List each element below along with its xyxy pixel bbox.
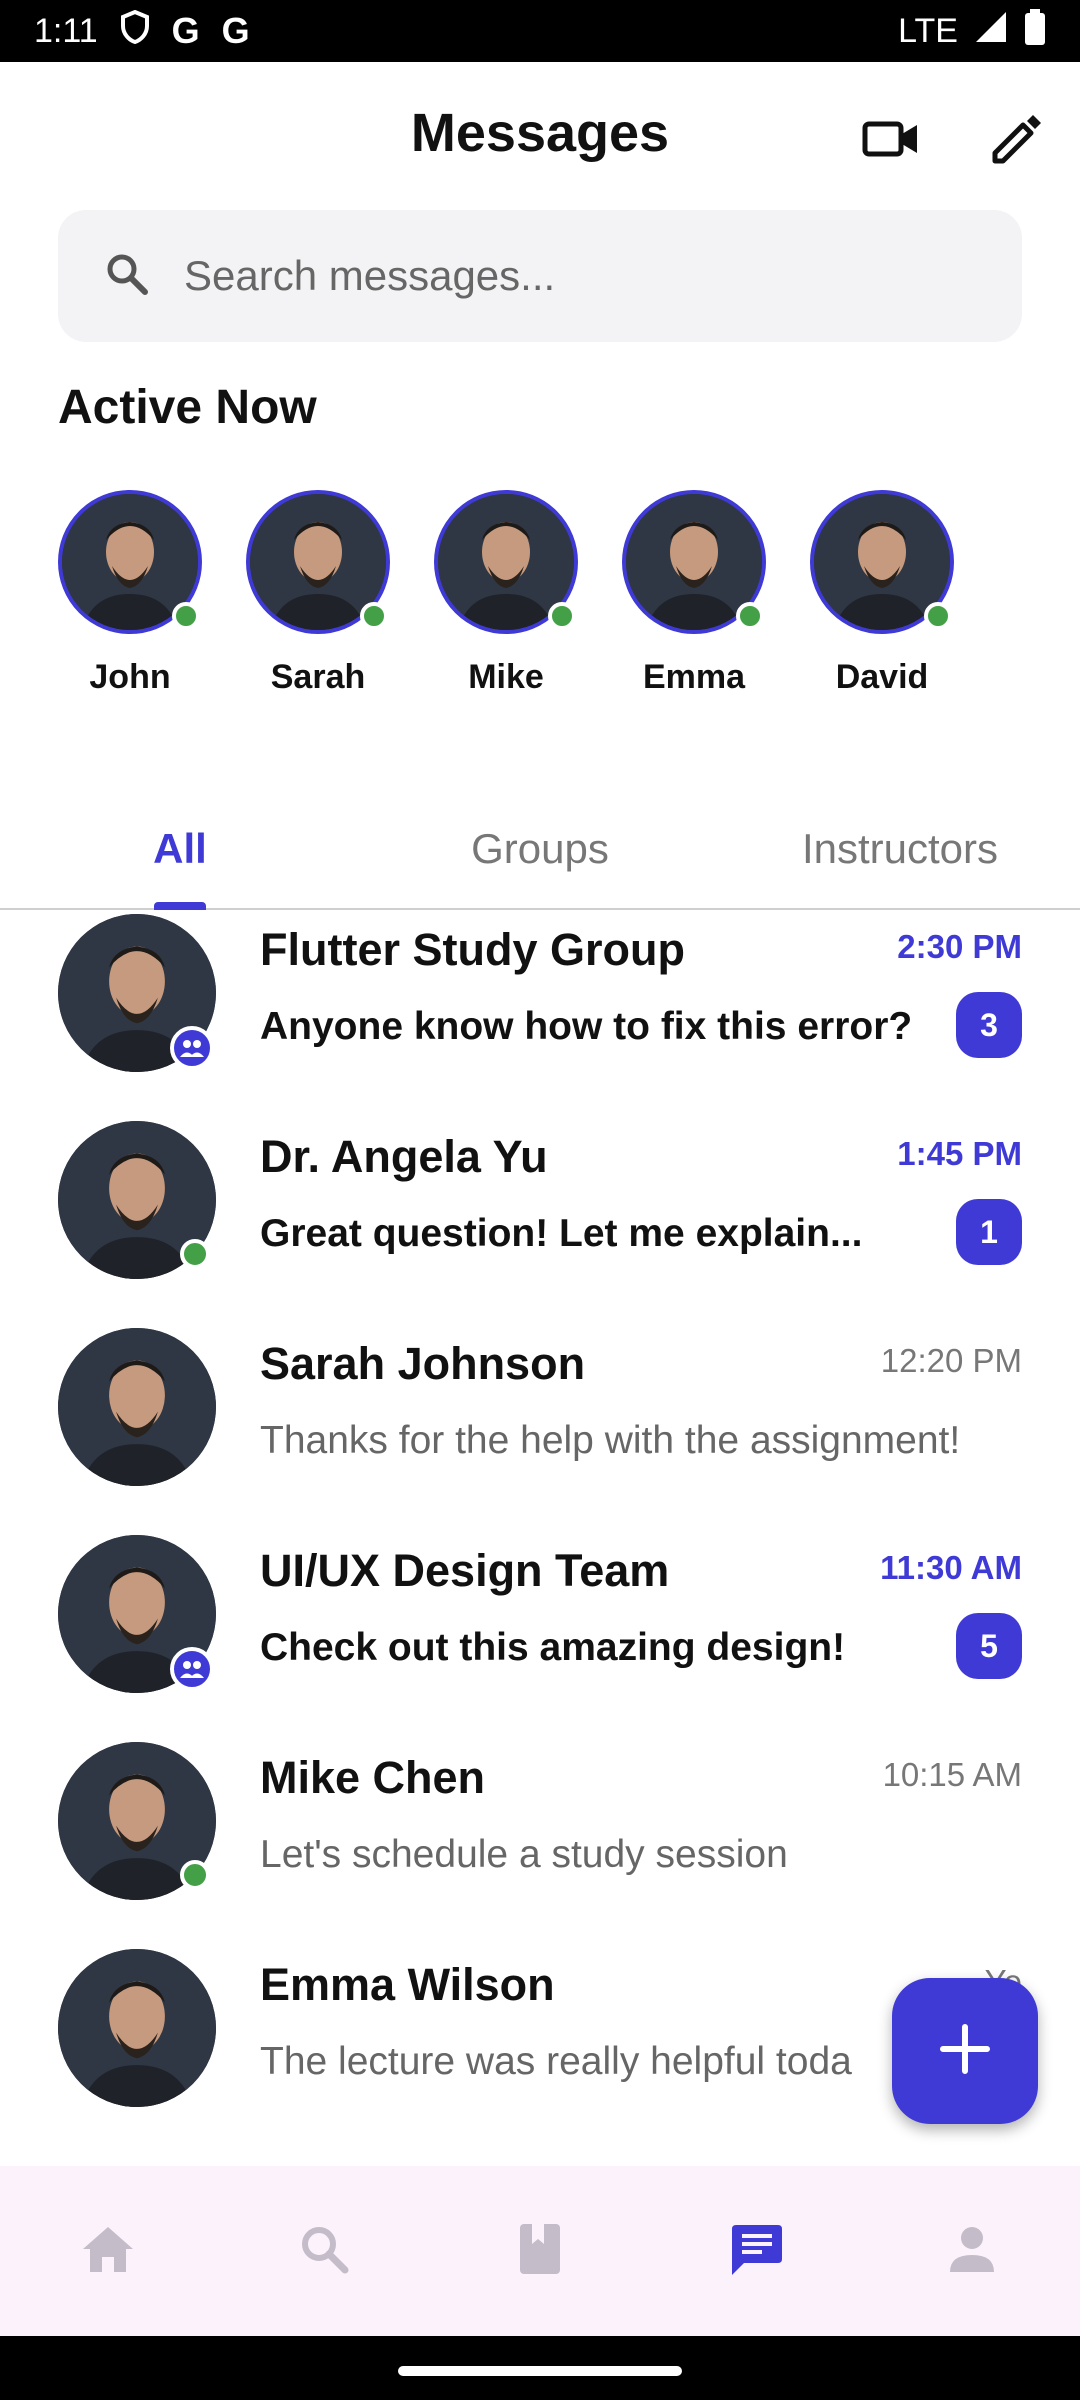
online-indicator — [736, 602, 764, 630]
conversation-time: 1:45 PM — [897, 1135, 1022, 1172]
search-input[interactable] — [184, 252, 944, 300]
search-icon — [299, 2224, 349, 2279]
active-user-name: Mike — [468, 658, 544, 696]
video-call-icon[interactable] — [858, 106, 924, 172]
unread-badge: 1 — [956, 1199, 1022, 1265]
conversation-row[interactable]: Mike Chen 10:15 AM Let's schedule a stud… — [0, 1740, 1080, 1947]
unread-badge: 3 — [956, 992, 1022, 1058]
active-user[interactable]: Emma — [622, 490, 766, 697]
app-header: Messages — [0, 62, 1080, 208]
network-label: LTE — [898, 11, 958, 50]
conversation-row[interactable]: Dr. Angela Yu 1:45 PM Great question! Le… — [0, 1119, 1080, 1326]
nav-home[interactable] — [48, 2191, 168, 2311]
avatar — [58, 1328, 216, 1486]
home-icon — [81, 2224, 135, 2279]
conversation-preview: Great question! Let me explain... — [260, 1212, 863, 1255]
group-icon — [170, 1026, 214, 1070]
nav-profile[interactable] — [912, 2191, 1032, 2311]
active-user[interactable]: David — [810, 490, 954, 697]
conversation-name: Sarah Johnson — [260, 1338, 586, 1389]
conversation-list: Flutter Study Group 2:30 PM Anyone know … — [0, 912, 1080, 2154]
bottom-navigation — [0, 2166, 1080, 2336]
active-user-name: John — [89, 658, 171, 696]
tab-indicator — [154, 902, 206, 910]
google-icon: G — [171, 10, 200, 51]
online-indicator — [180, 1860, 210, 1890]
nav-library[interactable] — [480, 2191, 600, 2311]
conversation-name: UI/UX Design Team — [260, 1545, 670, 1596]
active-user-name: Emma — [642, 658, 746, 696]
conversation-time: 10:15 AM — [882, 1756, 1022, 1793]
edit-icon[interactable] — [984, 106, 1050, 172]
online-indicator — [360, 602, 388, 630]
tab-label: All — [153, 825, 207, 872]
plus-icon — [937, 2021, 993, 2082]
active-user[interactable]: Mike — [434, 490, 578, 697]
tab-label: Instructors — [801, 825, 999, 872]
nav-search[interactable] — [264, 2191, 384, 2311]
conversation-row[interactable]: Sarah Johnson 12:20 PM Thanks for the he… — [0, 1326, 1080, 1533]
online-indicator — [172, 602, 200, 630]
battery-icon — [1024, 8, 1046, 54]
book-icon — [518, 2222, 562, 2281]
conversation-preview: Anyone know how to fix this error? — [260, 1005, 913, 1048]
nav-messages[interactable] — [696, 2191, 816, 2311]
conversation-preview: Check out this amazing design! — [260, 1626, 846, 1669]
chat-icon — [728, 2221, 784, 2282]
tab-groups[interactable]: Groups — [360, 790, 720, 908]
conversation-preview: Thanks for the help with the assignment! — [260, 1419, 961, 1462]
home-gesture-bar[interactable] — [398, 2366, 682, 2376]
conversation-name: Dr. Angela Yu — [260, 1131, 548, 1182]
active-user[interactable]: Sarah — [246, 490, 390, 697]
status-bar: 1:11 G G LTE — [0, 0, 1080, 62]
person-icon — [947, 2224, 997, 2279]
search-icon — [104, 251, 150, 302]
online-indicator — [548, 602, 576, 630]
active-user[interactable]: John — [58, 490, 202, 697]
conversation-row[interactable]: Flutter Study Group 2:30 PM Anyone know … — [0, 912, 1080, 1119]
status-time: 1:11 — [34, 11, 98, 50]
new-message-fab[interactable] — [892, 1978, 1038, 2124]
conversation-row[interactable]: UI/UX Design Team 11:30 AM Check out thi… — [0, 1533, 1080, 1740]
conversation-time: 11:30 AM — [880, 1549, 1022, 1586]
tab-bar: All Groups Instructors — [0, 790, 1080, 910]
online-indicator — [180, 1239, 210, 1269]
active-users-row: John Sarah Mike Emma David — [58, 490, 954, 697]
shield-icon — [120, 9, 150, 53]
group-icon — [170, 1647, 214, 1691]
google-icon: G — [221, 10, 250, 51]
conversation-name: Mike Chen — [260, 1752, 486, 1803]
conversation-name: Flutter Study Group — [260, 924, 685, 975]
tab-instructors[interactable]: Instructors — [720, 790, 1080, 908]
conversation-name: Emma Wilson — [260, 1959, 555, 2010]
conversation-time: 12:20 PM — [880, 1342, 1022, 1379]
tab-all[interactable]: All — [0, 790, 360, 910]
conversation-time: 2:30 PM — [897, 928, 1022, 965]
unread-badge: 5 — [956, 1613, 1022, 1679]
active-user-name: David — [835, 658, 929, 696]
avatar — [58, 1949, 216, 2107]
conversation-preview: Let's schedule a study session — [260, 1833, 788, 1876]
search-bar[interactable] — [58, 210, 1022, 342]
active-now-title: Active Now — [58, 381, 317, 434]
tab-label: Groups — [471, 825, 609, 872]
online-indicator — [924, 602, 952, 630]
active-user-name: Sarah — [270, 658, 366, 696]
signal-icon — [974, 10, 1008, 53]
